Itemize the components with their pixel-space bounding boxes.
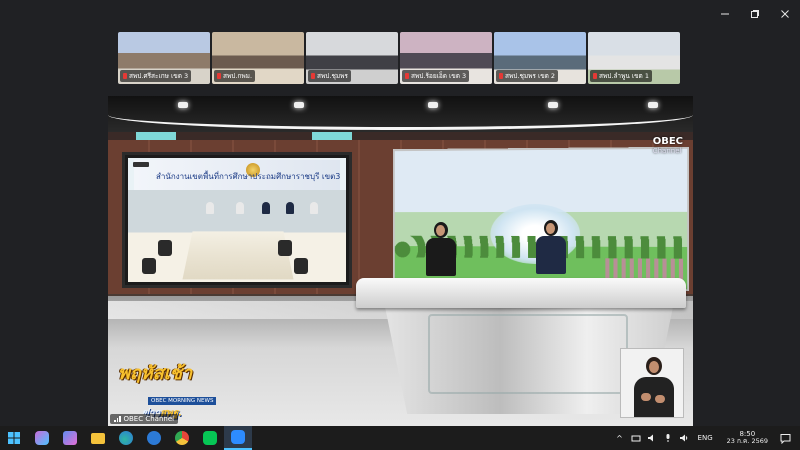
window-controls	[710, 4, 800, 24]
channel-logo: OBEC Channel	[652, 136, 683, 155]
attendee	[262, 202, 270, 214]
ie-button[interactable]	[140, 426, 168, 450]
news-desk-panel	[428, 314, 628, 394]
speaker-icon[interactable]	[646, 432, 658, 444]
interpreter-body	[634, 377, 674, 417]
mic-muted-icon	[123, 73, 127, 79]
restore-button[interactable]	[740, 4, 770, 24]
anchor-face	[546, 223, 555, 234]
minimize-button[interactable]	[710, 4, 740, 24]
windows-icon	[8, 432, 20, 444]
anchor-body	[426, 238, 456, 276]
meeting-table	[182, 231, 294, 280]
attendee	[236, 202, 244, 214]
program-subtitle: OBEC MORNING NEWS	[148, 397, 217, 405]
participant-label: สพป.ศรีสะเกษ เขต 3	[120, 70, 192, 82]
restore-icon	[751, 10, 759, 18]
edge-button[interactable]	[112, 426, 140, 450]
chair	[142, 258, 156, 274]
screen-tag	[133, 162, 149, 167]
folder-icon	[91, 432, 105, 444]
participant-tile[interactable]: สพป.ลำพูน เขต 1	[588, 32, 680, 84]
network-icon[interactable]	[630, 432, 642, 444]
copilot-app-button[interactable]	[28, 426, 56, 450]
meeting-room-image: สำนักงานเขตพื้นที่การศึกษาประถมศึกษาราชบ…	[128, 158, 346, 282]
main-video[interactable]: สำนักงานเขตพื้นที่การศึกษาประถมศึกษาราชบ…	[108, 96, 693, 426]
sign-language-inset	[620, 348, 684, 418]
taskbar-apps	[0, 426, 252, 450]
participant-tile[interactable]: สพป.กพม.	[212, 32, 304, 84]
participant-label: สพป.ชุมพร เขต 2	[496, 70, 559, 82]
volume-icon[interactable]	[678, 432, 690, 444]
zoom-window: สพป.ศรีสะเกษ เขต 3 สพป.กพม. สพป.ชุมพร สพ…	[0, 0, 800, 450]
left-studio-screen: สำนักงานเขตพื้นที่การศึกษาประถมศึกษาราชบ…	[122, 152, 352, 288]
attendee	[286, 202, 294, 214]
ceiling-light	[548, 102, 558, 108]
chrome-button[interactable]	[168, 426, 196, 450]
participant-strip: สพป.ศรีสะเกษ เขต 3 สพป.กพม. สพป.ชุมพร สพ…	[118, 32, 681, 84]
ie-icon	[147, 431, 161, 445]
mic-muted-icon	[499, 73, 503, 79]
zoom-button[interactable]	[224, 426, 252, 450]
copilot-icon	[35, 431, 49, 445]
notification-button[interactable]	[776, 429, 794, 447]
mic-muted-icon	[405, 73, 409, 79]
zoom-icon	[231, 430, 245, 444]
participant-tile[interactable]: สพป.ชุมพร	[306, 32, 398, 84]
notification-icon	[780, 433, 790, 444]
mic-muted-icon	[217, 73, 221, 79]
file-explorer-button[interactable]	[84, 426, 112, 450]
start-button[interactable]	[0, 426, 28, 450]
ceiling-ring	[108, 100, 693, 130]
close-button[interactable]	[770, 4, 800, 24]
program-title: พฤหัสเช้า	[118, 363, 193, 384]
office-banner: สำนักงานเขตพื้นที่การศึกษาประถมศึกษาราชบ…	[134, 160, 340, 190]
ceiling-light	[428, 102, 438, 108]
participant-label: สพป.ลำพูน เขต 1	[590, 70, 652, 82]
attendee	[206, 202, 214, 214]
chair	[278, 240, 292, 256]
interpreter-face	[649, 361, 659, 373]
mini-app-icon	[63, 431, 77, 445]
windows-taskbar: ^ ENG 8:50 23 ก.ค. 2569	[0, 426, 800, 450]
interpreter-hand	[655, 395, 665, 403]
microphone-icon[interactable]	[662, 432, 674, 444]
system-tray: ^ ENG 8:50 23 ก.ค. 2569	[612, 426, 800, 450]
participant-tile[interactable]: สพป.ร้อยเอ็ด เขต 3	[400, 32, 492, 84]
participant-tile[interactable]: สพป.ชุมพร เขต 2	[494, 32, 586, 84]
input-language[interactable]: ENG	[698, 434, 713, 442]
chevron-up-icon[interactable]: ^	[614, 432, 626, 444]
attendee	[310, 202, 318, 214]
news-desk	[356, 278, 686, 308]
participant-label: สพป.กพม.	[214, 70, 256, 82]
clock-date: 23 ก.ค. 2569	[726, 437, 768, 446]
participant-label: สพป.ชุมพร	[308, 70, 351, 82]
interpreter-hand	[641, 393, 651, 401]
minimize-icon	[721, 13, 729, 15]
ceiling-light	[294, 102, 304, 108]
taskbar-clock[interactable]: 8:50 23 ก.ค. 2569	[727, 430, 768, 446]
program-title-graphic: พฤหัสเช้า OBEC MORNING NEWS ข่าวสพฐ.	[118, 358, 217, 421]
signal-icon	[114, 416, 121, 422]
close-icon	[781, 10, 789, 18]
anchor-body	[536, 236, 566, 274]
participant-tile[interactable]: สพป.ศรีสะเกษ เขต 3	[118, 32, 210, 84]
chair	[294, 258, 308, 274]
ceiling-light	[178, 102, 188, 108]
channel-tag: OBEC Channel	[110, 414, 179, 424]
ceiling-light	[648, 102, 658, 108]
participant-label: สพป.ร้อยเอ็ด เขต 3	[402, 70, 470, 82]
line-button[interactable]	[196, 426, 224, 450]
edge-icon	[119, 431, 133, 445]
line-icon	[203, 431, 217, 445]
anchor-face	[436, 225, 445, 236]
mini-app-button[interactable]	[56, 426, 84, 450]
office-banner-text: สำนักงานเขตพื้นที่การศึกษาประถมศึกษาราชบ…	[156, 172, 341, 181]
chair	[158, 240, 172, 256]
mic-muted-icon	[593, 73, 597, 79]
chrome-icon	[175, 431, 189, 445]
mic-muted-icon	[311, 73, 315, 79]
